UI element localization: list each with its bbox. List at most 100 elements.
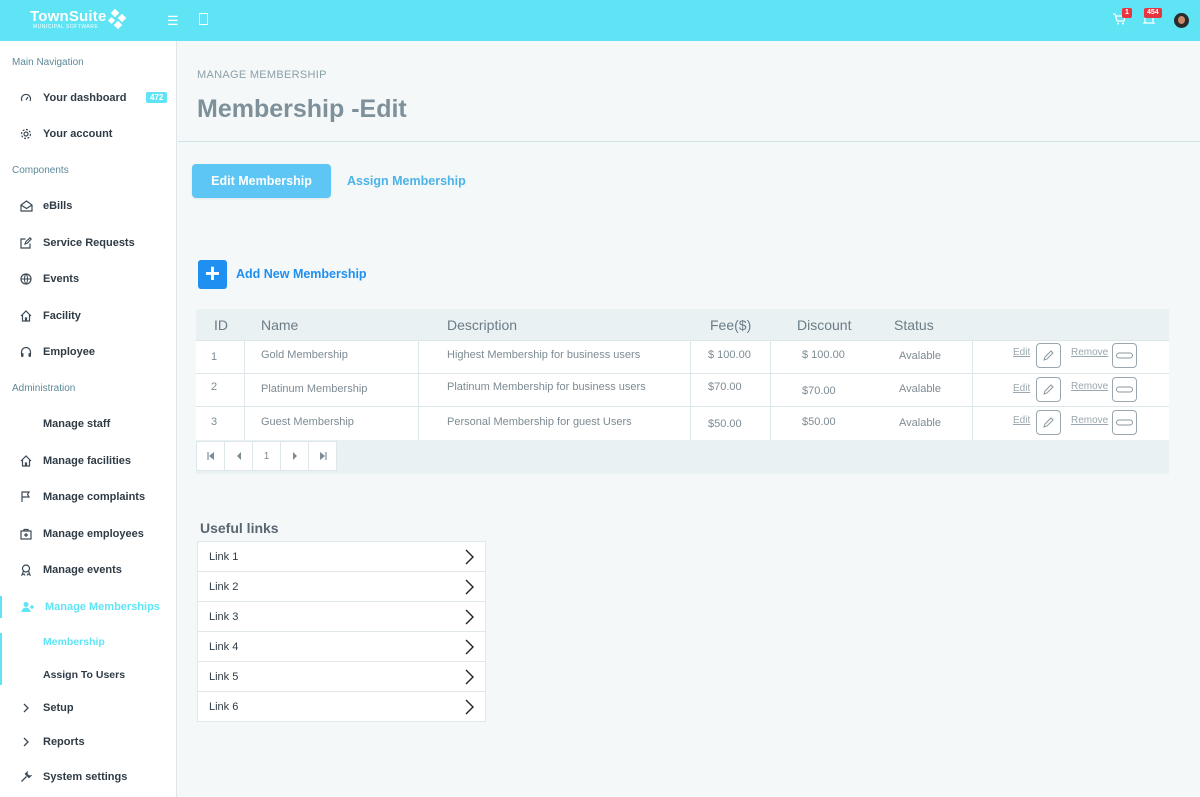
sidebar-item-label: System settings [43, 771, 128, 783]
menu-toggle-icon[interactable]: ☰ [167, 13, 179, 29]
cell-divider [690, 341, 691, 373]
column-header-id[interactable]: ID [214, 317, 228, 333]
useful-link-item[interactable]: Link 1 [197, 541, 486, 572]
cell-discount: $50.00 [802, 416, 836, 428]
cell-divider [770, 407, 771, 440]
remove-link[interactable]: Remove [1071, 347, 1108, 358]
table-row[interactable]: 3 Guest Membership Personal Membership f… [196, 406, 1169, 440]
pencil-icon[interactable] [1036, 343, 1061, 368]
column-header-fee[interactable]: Fee($) [710, 317, 751, 333]
sidebar-item-facility[interactable]: Facility [0, 305, 176, 327]
column-header-description[interactable]: Description [447, 317, 517, 333]
sidebar-item-label: Service Requests [43, 237, 135, 249]
edit-link[interactable]: Edit [1013, 415, 1030, 426]
minus-icon[interactable] [1112, 377, 1137, 402]
sidebar-item-events[interactable]: Events [0, 268, 176, 290]
home-icon [19, 309, 33, 323]
section-components: Components [12, 165, 69, 176]
edit-link[interactable]: Edit [1013, 347, 1030, 358]
sidebar-item-service-requests[interactable]: Service Requests [0, 232, 176, 254]
cell-divider [770, 341, 771, 373]
medical-kit-icon [19, 527, 33, 541]
cell-divider [690, 407, 691, 440]
useful-links-title: Useful links [200, 520, 279, 536]
sidebar-item-employee[interactable]: Employee [0, 341, 176, 363]
useful-link-item[interactable]: Link 6 [197, 691, 486, 722]
sidebar-item-label: Facility [43, 310, 81, 322]
column-header-name[interactable]: Name [261, 317, 298, 333]
cell-description: Platinum Membership for business users [447, 381, 646, 393]
divider [178, 141, 1200, 142]
sidebar-item-system-settings[interactable]: System settings [0, 766, 176, 788]
sidebar-subitem-membership[interactable]: Membership [43, 636, 105, 648]
top-bar: TownSuite MUNICIPAL SOFTWARE ☰ 1 454 [0, 0, 1200, 41]
chevron-right-icon [19, 735, 33, 749]
cell-divider [244, 374, 245, 406]
edit-square-icon [19, 236, 33, 250]
current-page[interactable]: 1 [252, 441, 281, 471]
sidebar-item-label: Setup [43, 702, 74, 714]
sidebar-item-manage-events[interactable]: Manage events [0, 559, 176, 581]
tab-assign-membership[interactable]: Assign Membership [347, 174, 466, 188]
breadcrumb: MANAGE MEMBERSHIP [197, 69, 327, 81]
sidebar-item-manage-complaints[interactable]: Manage complaints [0, 486, 176, 508]
logo-mark-icon [107, 9, 127, 30]
pencil-icon[interactable] [1036, 377, 1061, 402]
cell-divider [418, 374, 419, 406]
useful-link-item[interactable]: Link 2 [197, 571, 486, 602]
sidebar-item-label: Manage events [43, 564, 122, 576]
edit-link[interactable]: Edit [1013, 383, 1030, 394]
first-page-icon[interactable] [196, 441, 225, 471]
table-row[interactable]: 1 Gold Membership Highest Membership for… [196, 340, 1169, 373]
sidebar-item-account[interactable]: Your account [0, 123, 176, 145]
dashboard-icon [19, 91, 33, 105]
cell-divider [770, 374, 771, 406]
column-header-status[interactable]: Status [894, 317, 934, 333]
useful-link-item[interactable]: Link 3 [197, 601, 486, 632]
envelope-icon [19, 199, 33, 213]
dashboard-count-badge: 472 [146, 92, 168, 103]
add-membership-button[interactable]: + [198, 260, 227, 289]
useful-link-item[interactable]: Link 5 [197, 661, 486, 692]
user-avatar[interactable] [1174, 13, 1189, 28]
cell-discount: $70.00 [802, 385, 836, 397]
tab-edit-membership[interactable]: Edit Membership [192, 164, 331, 198]
last-page-icon[interactable] [308, 441, 337, 471]
sidebar-item-dashboard[interactable]: Your dashboard 472 [0, 87, 176, 109]
sidebar-item-reports[interactable]: Reports [0, 731, 176, 753]
sidebar-item-manage-memberships[interactable]: Manage Memberships [0, 596, 176, 618]
brand-logo[interactable]: TownSuite MUNICIPAL SOFTWARE [30, 8, 107, 30]
sidebar-item-manage-staff[interactable]: Manage staff [0, 413, 176, 435]
chevron-right-icon [465, 609, 474, 625]
useful-link-item[interactable]: Link 4 [197, 631, 486, 662]
sidebar-item-label: Events [43, 273, 80, 285]
add-membership-link[interactable]: Add New Membership [236, 267, 367, 281]
sidebar: Main Navigation Your dashboard 472 Your … [0, 41, 177, 797]
sidebar-item-manage-employees[interactable]: Manage employees [0, 523, 176, 545]
prev-page-icon[interactable] [224, 441, 253, 471]
cell-divider [418, 341, 419, 373]
cell-description: Highest Membership for business users [447, 349, 641, 361]
useful-link-label: Link 1 [209, 550, 239, 563]
minus-icon[interactable] [1112, 343, 1137, 368]
headphones-icon [19, 345, 33, 359]
sidebar-item-manage-facilities[interactable]: Manage facilities [0, 450, 176, 472]
sidebar-item-setup[interactable]: Setup [0, 697, 176, 719]
cell-id: 3 [211, 416, 218, 428]
chevron-right-icon [465, 549, 474, 565]
remove-link[interactable]: Remove [1071, 381, 1108, 392]
minus-icon[interactable] [1112, 410, 1137, 435]
sidebar-item-ebills[interactable]: eBills [0, 195, 176, 217]
pencil-icon[interactable] [1036, 410, 1061, 435]
table-row[interactable]: 2 Platinum Membership Platinum Membershi… [196, 373, 1169, 406]
cell-divider [972, 341, 973, 373]
gear-icon [19, 127, 33, 141]
chevron-right-icon [465, 669, 474, 685]
award-icon [19, 563, 33, 577]
column-header-discount[interactable]: Discount [797, 317, 851, 333]
remove-link[interactable]: Remove [1071, 415, 1108, 426]
panel-icon[interactable] [199, 13, 208, 25]
chevron-right-icon [465, 579, 474, 595]
sidebar-subitem-assign-to-users[interactable]: Assign To Users [43, 669, 125, 681]
next-page-icon[interactable] [280, 441, 309, 471]
